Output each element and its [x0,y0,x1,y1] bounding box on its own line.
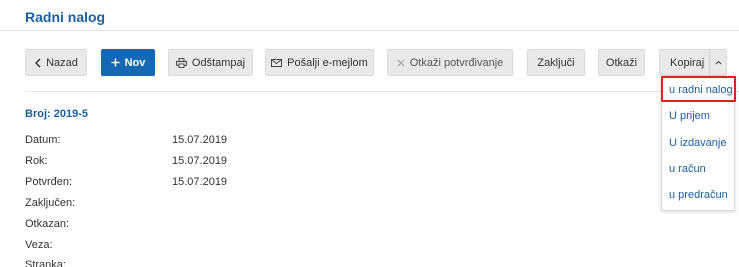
title-divider [0,30,739,31]
lock-button-label: Zaključi [537,56,575,69]
content-divider [25,91,739,92]
print-button[interactable]: Odštampaj [168,49,253,76]
copy-dropdown-menu: u radni nalog U prijem U izdavanje u rač… [661,76,735,211]
envelope-icon [271,58,283,67]
field-label-canceled: Otkazan: [25,218,70,230]
page-title: Radni nalog [25,9,106,25]
back-button-label: Nazad [46,56,78,69]
cancel-button-label: Otkaži [605,56,638,69]
new-button-label: Nov [124,56,146,69]
plus-icon [111,58,120,67]
printer-icon [175,57,187,68]
field-label-confirmed: Potvrđen: [25,176,73,188]
chevron-up-icon [715,60,722,65]
copy-menu-item-work-order[interactable]: u radni nalog [662,79,734,101]
document-number: Broj: 2019-5 [25,108,88,120]
new-button[interactable]: Nov [101,49,155,76]
field-label-date: Datum: [25,134,61,146]
print-button-label: Odštampaj [191,56,246,69]
copy-menu-toggle[interactable] [709,50,726,75]
back-button[interactable]: Nazad [25,49,87,76]
send-email-button-label: Pošalji e-mejlom [287,56,368,69]
copy-menu-item-receipt[interactable]: U prijem [662,105,734,127]
cancel-button[interactable]: Otkaži [598,49,645,76]
field-value-due: 15.07.2019 [172,155,228,167]
lock-button[interactable]: Zaključi [527,49,585,76]
field-label-locked: Zaključen: [25,197,76,209]
field-value-confirmed: 15.07.2019 [172,176,228,188]
unconfirm-button[interactable]: Otkaži potvrđivanje [387,49,513,76]
copy-menu-item-invoice[interactable]: u račun [662,158,734,180]
field-label-customer: Stranka: [25,259,66,267]
field-label-link: Veza: [25,239,53,251]
close-icon [397,59,405,67]
copy-split-button[interactable]: Kopiraj [659,49,727,76]
toolbar: Nazad Nov Odštampaj Pošalji e-mejlom Otk… [0,49,739,76]
unconfirm-button-label: Otkaži potvrđivanje [409,56,504,69]
field-label-due: Rok: [25,155,48,167]
copy-button-label: Kopiraj [670,56,705,69]
field-value-date: 15.07.2019 [172,134,228,146]
copy-menu-item-proforma[interactable]: u predračun [662,184,734,206]
send-email-button[interactable]: Pošalji e-mejlom [265,49,374,76]
chevron-left-icon [34,58,41,68]
copy-menu-item-issue[interactable]: U izdavanje [662,132,734,154]
